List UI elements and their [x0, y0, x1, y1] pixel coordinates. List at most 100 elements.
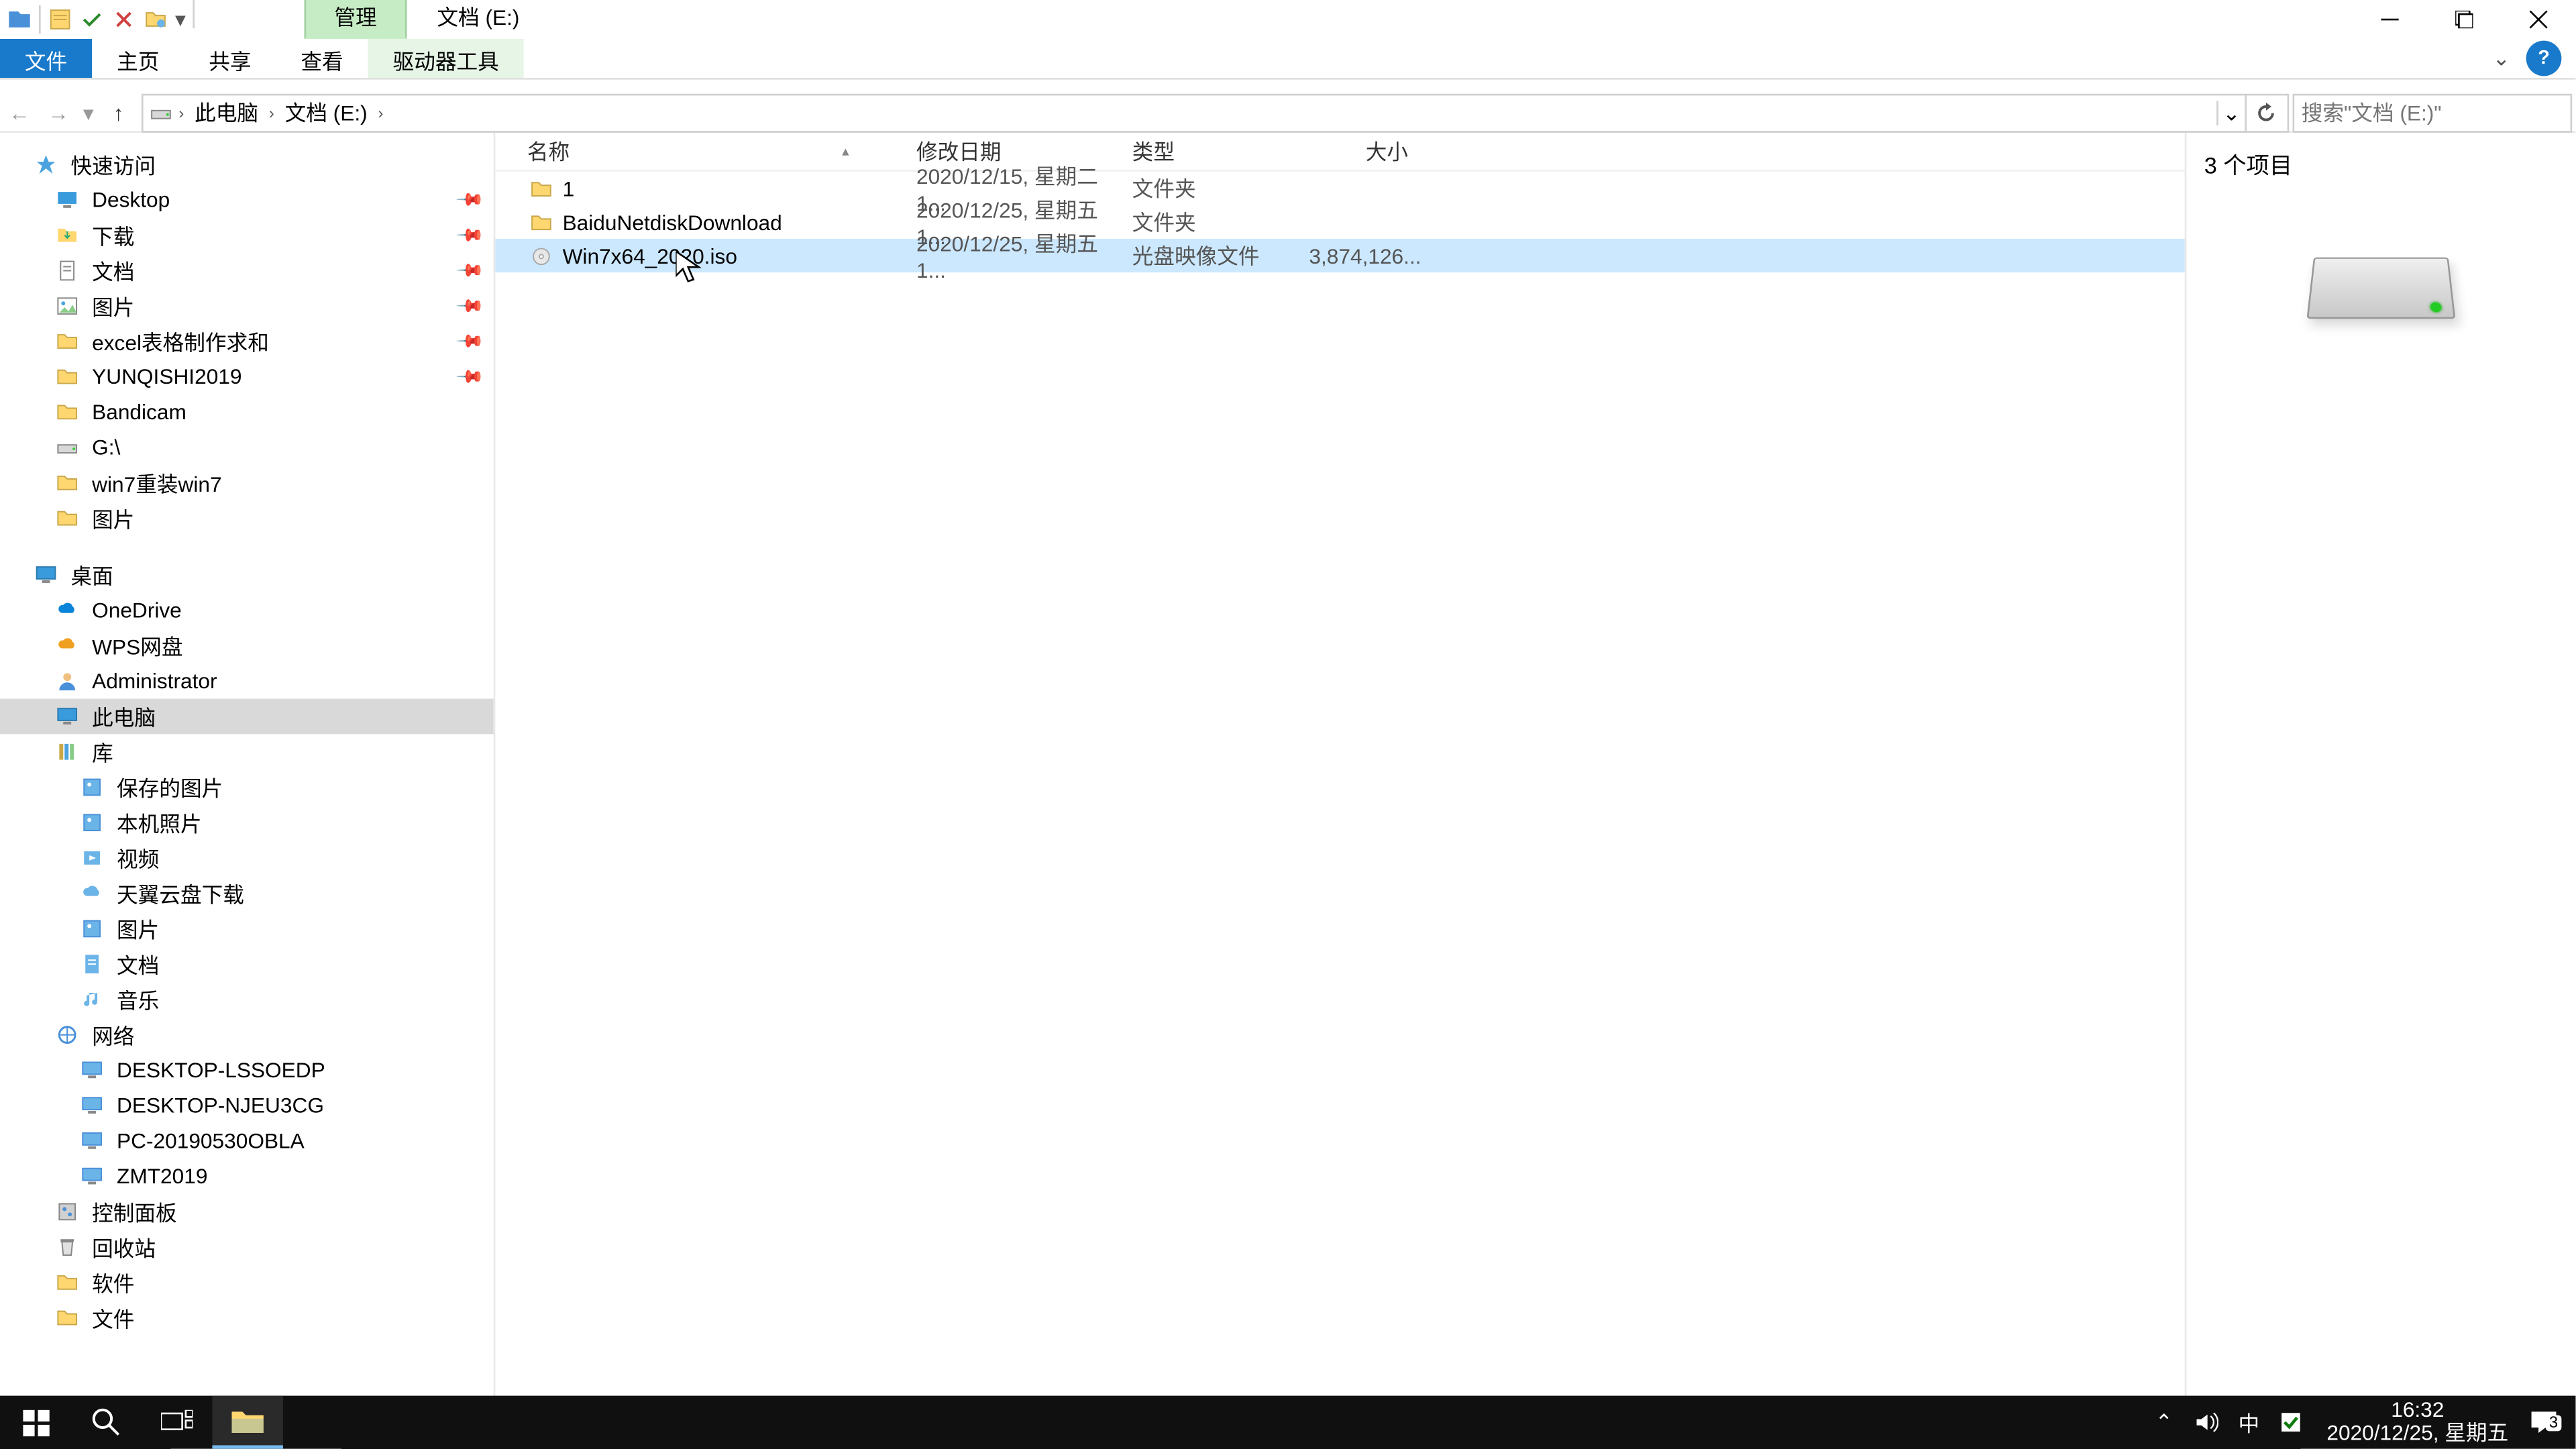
close-button[interactable]: [2502, 0, 2576, 39]
nav-label: 网络: [92, 1020, 134, 1050]
nav-quick-item[interactable]: win7重装win7: [0, 466, 494, 501]
netpc-icon: [78, 1127, 106, 1155]
tray-overflow-icon[interactable]: ⌃: [2143, 1410, 2185, 1435]
qat-delete-icon[interactable]: [108, 2, 140, 38]
control-panel-icon: [53, 1197, 81, 1226]
nav-label: 回收站: [92, 1232, 156, 1263]
nav-back-button[interactable]: ←: [0, 93, 39, 131]
nav-desktop-root[interactable]: 桌面: [0, 557, 494, 593]
qat-properties-icon[interactable]: [44, 2, 76, 38]
breadcrumb-arrow-1[interactable]: ›: [266, 103, 278, 121]
nav-quick-item[interactable]: excel表格制作求和📌: [0, 324, 494, 360]
nav-quick-item[interactable]: 图片: [0, 500, 494, 536]
nav-label: 天翼云盘下载: [117, 878, 244, 908]
nav-quick-item[interactable]: 文档📌: [0, 253, 494, 288]
column-size[interactable]: 大小: [1302, 133, 1415, 170]
nav-network[interactable]: 网络: [0, 1017, 494, 1053]
nav-label: 本机照片: [117, 808, 202, 838]
nav-desktop-item[interactable]: OneDrive: [0, 592, 494, 628]
qat-customize-dropdown[interactable]: ▾: [172, 7, 189, 32]
tray-ime-indicator[interactable]: 中: [2228, 1407, 2270, 1438]
nav-library-item[interactable]: 视频: [0, 841, 494, 876]
nav-quick-item[interactable]: 下载📌: [0, 217, 494, 253]
nav-quick-item[interactable]: G:\: [0, 430, 494, 466]
nav-library-item[interactable]: 文档: [0, 947, 494, 982]
nav-desktop-item[interactable]: 库: [0, 734, 494, 769]
file-row[interactable]: BaiduNetdiskDownload2020/12/25, 星期五 1...…: [495, 205, 2184, 239]
maximize-button[interactable]: [2427, 0, 2502, 39]
nav-network-item[interactable]: DESKTOP-NJEU3CG: [0, 1088, 494, 1124]
nav-wenjian-folder[interactable]: 文件: [0, 1300, 494, 1336]
library-icon: [53, 738, 81, 766]
tray-security-icon[interactable]: [2270, 1410, 2312, 1435]
search-box[interactable]: [2293, 93, 2573, 131]
tab-view[interactable]: 查看: [276, 39, 368, 78]
breadcrumb-arrow-2[interactable]: ›: [374, 103, 386, 121]
tray-volume-icon[interactable]: [2185, 1410, 2227, 1435]
ribbon-collapse-icon[interactable]: ⌄: [2483, 41, 2519, 76]
task-view-button[interactable]: [142, 1396, 212, 1449]
user-icon: [53, 667, 81, 695]
nav-recycle-bin[interactable]: 回收站: [0, 1230, 494, 1265]
tab-drive-tools[interactable]: 驱动器工具: [368, 39, 524, 78]
netpc-icon: [78, 1056, 106, 1084]
nav-label: YUNQISHI2019: [92, 364, 241, 389]
context-tab-manage[interactable]: 管理: [305, 0, 407, 39]
breadcrumb-root-arrow[interactable]: ›: [175, 103, 187, 121]
nav-network-item[interactable]: ZMT2019: [0, 1159, 494, 1194]
details-pane: 3 个项目: [2186, 133, 2575, 1408]
nav-forward-button[interactable]: →: [39, 93, 78, 131]
ribbon-bar: 文件 主页 共享 查看 驱动器工具 ⌄ ?: [0, 39, 2575, 80]
nav-library-item[interactable]: 音乐: [0, 982, 494, 1018]
pin-icon: 📌: [453, 327, 483, 356]
files-container[interactable]: 12020/12/15, 星期二 1...文件夹BaiduNetdiskDown…: [495, 172, 2184, 272]
nav-network-item[interactable]: DESKTOP-LSSOEDP: [0, 1053, 494, 1088]
nav-quick-item[interactable]: Desktop📌: [0, 182, 494, 218]
tab-file[interactable]: 文件: [0, 39, 92, 78]
refresh-button[interactable]: [2245, 93, 2284, 131]
navigation-pane[interactable]: 快速访问 Desktop📌下载📌文档📌图片📌excel表格制作求和📌YUNQIS…: [0, 133, 495, 1408]
breadcrumb-current[interactable]: 文档 (E:): [278, 94, 374, 131]
nav-quick-access[interactable]: 快速访问: [0, 147, 494, 182]
taskbar-explorer-button[interactable]: [212, 1396, 282, 1449]
nav-library-item[interactable]: 图片: [0, 911, 494, 947]
system-tray: ⌃ 中 16:32 2020/12/25, 星期五 3: [2143, 1396, 2575, 1449]
tab-share[interactable]: 共享: [184, 39, 276, 78]
nav-software-folder[interactable]: 软件: [0, 1265, 494, 1300]
nav-up-button[interactable]: ↑: [99, 93, 138, 131]
nav-control-panel[interactable]: 控制面板: [0, 1194, 494, 1230]
nav-quick-item[interactable]: Bandicam: [0, 394, 494, 430]
nav-quick-item[interactable]: 图片📌: [0, 288, 494, 324]
title-bar: ▾ 管理 文档 (E:): [0, 0, 2575, 39]
start-button[interactable]: [0, 1396, 70, 1449]
qat-checkmark-icon[interactable]: [76, 2, 107, 38]
nav-library-item[interactable]: 保存的图片: [0, 769, 494, 805]
taskbar-search-button[interactable]: [70, 1396, 141, 1449]
minimize-button[interactable]: [2353, 0, 2427, 39]
column-headers: 名称▴ 修改日期 类型 大小: [495, 133, 2184, 172]
column-name[interactable]: 名称▴: [520, 133, 909, 170]
qat-newfolder-icon[interactable]: [140, 2, 171, 38]
breadcrumb-this-pc[interactable]: 此电脑: [188, 94, 266, 131]
file-row[interactable]: 12020/12/15, 星期二 1...文件夹: [495, 172, 2184, 205]
nav-network-item[interactable]: PC-20190530OBLA: [0, 1123, 494, 1159]
help-icon[interactable]: ?: [2526, 41, 2562, 76]
file-row[interactable]: Win7x64_2020.iso2020/12/25, 星期五 1...光盘映像…: [495, 239, 2184, 272]
nav-desktop-item[interactable]: WPS网盘: [0, 628, 494, 663]
nav-label: DESKTOP-LSSOEDP: [117, 1058, 325, 1083]
address-history-dropdown[interactable]: ⌄: [2216, 100, 2245, 125]
search-input[interactable]: [2302, 100, 2576, 125]
app-icon[interactable]: [3, 2, 35, 38]
nav-label: G:\: [92, 435, 120, 460]
nav-quick-item[interactable]: YUNQISHI2019📌: [0, 359, 494, 394]
column-type[interactable]: 类型: [1125, 133, 1302, 170]
nav-desktop-item[interactable]: Administrator: [0, 663, 494, 699]
nav-library-item[interactable]: 本机照片: [0, 805, 494, 841]
tab-home[interactable]: 主页: [92, 39, 184, 78]
nav-desktop-item[interactable]: 此电脑: [0, 699, 494, 735]
action-center-button[interactable]: 3: [2522, 1410, 2565, 1435]
nav-recent-dropdown[interactable]: ▾: [78, 93, 99, 131]
address-bar[interactable]: › 此电脑 › 文档 (E:) › ⌄: [142, 93, 2289, 131]
nav-library-item[interactable]: 天翼云盘下载: [0, 875, 494, 911]
taskbar-clock[interactable]: 16:32 2020/12/25, 星期五: [2312, 1399, 2522, 1446]
